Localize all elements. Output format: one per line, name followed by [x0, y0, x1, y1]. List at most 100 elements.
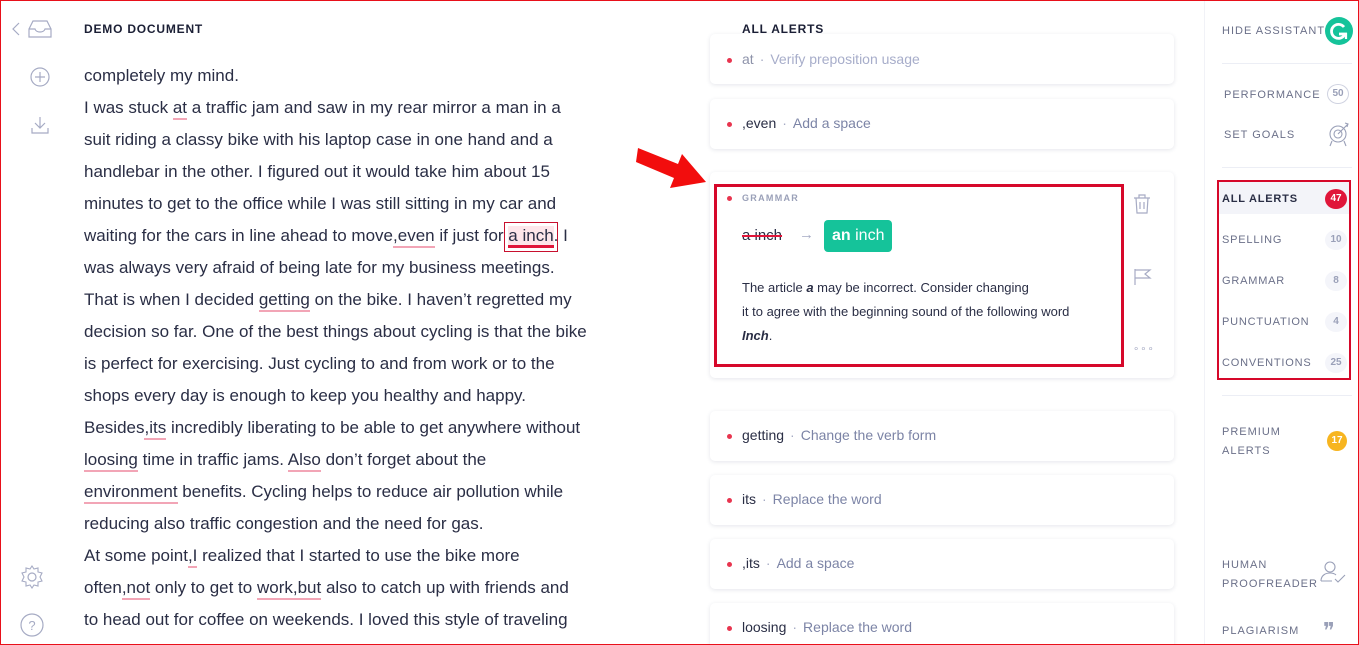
alert-description: Verify preposition usage	[770, 51, 920, 67]
download-icon[interactable]	[31, 116, 49, 139]
text-run: shops every day is enough to keep you he…	[84, 386, 526, 405]
document-line: decision so far. One of the best things …	[84, 316, 644, 348]
svg-text:?: ?	[28, 618, 35, 633]
text-run: don’t forget about the	[320, 450, 487, 469]
plagiarism-button[interactable]: PLAGIARISM	[1222, 625, 1299, 637]
alert-card[interactable]: ,its · Add a space	[710, 539, 1174, 589]
text-run: suit riding a classy bike with his lapto…	[84, 130, 553, 149]
document-line: completely my mind.	[84, 60, 644, 92]
document-line: suit riding a classy bike with his lapto…	[84, 124, 644, 156]
flag-icon[interactable]	[1134, 268, 1152, 291]
alert-description: Replace the word	[772, 491, 882, 507]
category-all-alerts[interactable]: ALL ALERTS	[1222, 193, 1298, 205]
performance-score-badge: 50	[1327, 84, 1349, 104]
help-icon[interactable]: ?	[20, 613, 44, 642]
arrow-right-icon: →	[799, 226, 814, 243]
document-editor[interactable]: completely my mind. I was stuck at a traf…	[84, 60, 644, 636]
issue-underline[interactable]: ,I	[187, 546, 198, 568]
active-issue-highlight[interactable]: a inch	[504, 222, 558, 252]
text-run: incredibly liberating to be able to get …	[166, 418, 581, 437]
annotation-arrow-icon	[636, 142, 708, 197]
document-line: environment benefits. Cycling helps to r…	[84, 476, 644, 508]
issue-underline[interactable]: ,not	[121, 578, 151, 600]
issue-underline[interactable]: environment	[84, 482, 178, 504]
alert-card[interactable]: loosing · Replace the word	[710, 603, 1174, 645]
target-goals-icon[interactable]	[1327, 121, 1351, 152]
alert-card[interactable]: its · Replace the word	[710, 475, 1174, 525]
text-run: on the bike. I haven’t regretted my	[309, 290, 572, 309]
category-count-badge: 25	[1325, 353, 1347, 373]
accept-suggestion-button[interactable]: an inch	[824, 220, 893, 252]
text-run: benefits. Cycling helps to reduce air po…	[177, 482, 564, 501]
text-run: was always very afraid of being late for…	[84, 258, 555, 277]
document-line: Besides,its incredibly liberating to be …	[84, 412, 644, 444]
premium-alerts-button[interactable]: PREMIUM ALERTS	[1222, 423, 1281, 461]
alert-dot	[727, 498, 732, 503]
alert-word: its	[742, 491, 756, 507]
document-line: That is when I decided getting on the bi…	[84, 284, 644, 316]
alert-dot	[727, 122, 732, 127]
text-run: if just for	[434, 226, 509, 245]
original-text: a inch	[742, 227, 783, 244]
text-run: only to get to	[150, 578, 257, 597]
text-run: minutes to get to the office while I was…	[84, 194, 557, 213]
issue-underline[interactable]: Also	[287, 450, 321, 472]
text-run: At some point	[84, 546, 188, 565]
text-run: waiting for the cars in line ahead to mo…	[84, 226, 394, 245]
document-line: shops every day is enough to keep you he…	[84, 380, 644, 412]
alert-card[interactable]: getting · Change the verb form	[710, 411, 1174, 461]
back-chevron-icon[interactable]	[12, 22, 20, 41]
text-run: reducing also traffic congestion and the…	[84, 514, 484, 533]
alert-card[interactable]: at · Verify preposition usage	[710, 34, 1174, 84]
alert-word: ,its	[742, 555, 760, 571]
text-run: That is when I decided	[84, 290, 259, 309]
more-options-icon[interactable]: ∘∘∘	[1133, 344, 1155, 355]
performance-button[interactable]: PERFORMANCE	[1224, 89, 1321, 101]
alert-dot	[727, 434, 732, 439]
category-grammar[interactable]: GRAMMAR	[1222, 275, 1285, 287]
document-line: to head out for coffee on weekends. I lo…	[84, 604, 644, 636]
alert-explanation: The article a may be incorrect. Consider…	[742, 280, 1070, 343]
proofreader-person-check-icon[interactable]	[1320, 561, 1346, 590]
text-run: often	[84, 578, 122, 597]
text-run: a traffic jam and saw in my rear mirror …	[187, 98, 561, 117]
grammarly-logo-icon[interactable]	[1325, 17, 1353, 45]
alert-description: Replace the word	[803, 619, 912, 635]
settings-gear-icon[interactable]	[20, 565, 44, 594]
document-line: waiting for the cars in line ahead to mo…	[84, 220, 644, 252]
issue-underline[interactable]: work,but	[256, 578, 322, 600]
documents-icon[interactable]	[28, 20, 52, 43]
issue-underline[interactable]: at	[172, 98, 187, 120]
quote-icon[interactable]: ❞	[1323, 621, 1335, 643]
category-conventions[interactable]: CONVENTIONS	[1222, 357, 1311, 369]
text-run: realized that I started to use the bike …	[197, 546, 520, 565]
human-proofreader-button[interactable]: HUMAN PROOFREADER	[1222, 556, 1318, 594]
category-spelling[interactable]: SPELLING	[1222, 234, 1282, 246]
text-run: decision so far. One of the best things …	[84, 322, 587, 341]
issue-underline[interactable]: getting	[258, 290, 310, 312]
category-count-badge: 47	[1325, 189, 1347, 209]
alert-dot	[727, 626, 732, 631]
new-document-icon[interactable]	[30, 67, 50, 92]
alert-description: Change the verb form	[800, 427, 937, 443]
alert-dot	[727, 562, 732, 567]
left-toolbar: ?	[0, 0, 70, 645]
document-title: DEMO DOCUMENT	[84, 22, 204, 36]
alert-card[interactable]: ,even · Add a space	[710, 99, 1174, 149]
category-punctuation[interactable]: PUNCTUATION	[1222, 316, 1309, 328]
text-run: Besides	[84, 418, 145, 437]
text-run: to head out for coffee on weekends. I lo…	[84, 610, 568, 629]
document-line: often,not only to get to work,but also t…	[84, 572, 644, 604]
alert-description: Add a space	[792, 115, 871, 131]
document-line: reducing also traffic congestion and the…	[84, 508, 644, 540]
issue-underline[interactable]: ,its	[144, 418, 167, 440]
text-run: time in traffic jams.	[137, 450, 288, 469]
trash-icon[interactable]	[1133, 194, 1151, 219]
set-goals-button[interactable]: SET GOALS	[1224, 129, 1295, 141]
issue-underline[interactable]: ,even	[393, 226, 435, 248]
category-count-badge: 4	[1325, 312, 1347, 332]
issue-underline[interactable]: loosing	[84, 450, 138, 472]
document-line: handlebar in the other. I figured out it…	[84, 156, 644, 188]
hide-assistant-button[interactable]: HIDE ASSISTANT	[1222, 25, 1325, 37]
category-count-badge: 10	[1325, 230, 1347, 250]
